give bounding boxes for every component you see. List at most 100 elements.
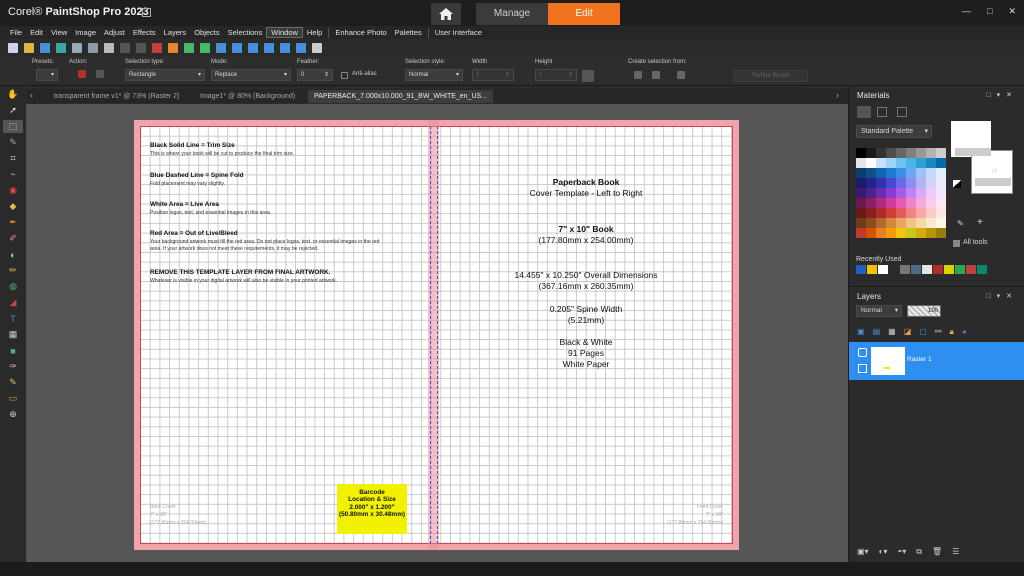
color-swatch[interactable] (926, 228, 936, 238)
pattern-tool-icon[interactable]: ▦ (3, 328, 23, 341)
fit-window-icon[interactable] (296, 43, 306, 53)
new-vector-layer-icon[interactable]: ▤ (873, 327, 881, 337)
color-swatch[interactable] (866, 158, 876, 168)
tab-transparent-frame[interactable]: transparent frame v1* @ 73% (Raster 2) (48, 90, 185, 103)
resize-icon[interactable] (232, 43, 242, 53)
print-icon[interactable] (104, 43, 114, 53)
redo-icon[interactable] (136, 43, 146, 53)
crop-tool-icon[interactable]: ⌗ (3, 152, 23, 165)
tabs-scroll-right-icon[interactable]: › (836, 90, 839, 100)
color-swatch[interactable] (906, 168, 916, 178)
red-eye-tool-icon[interactable]: ◉ (3, 184, 23, 197)
color-swatch[interactable] (866, 198, 876, 208)
color-swatch[interactable] (896, 208, 906, 218)
menu-enhance-photo[interactable]: Enhance Photo (331, 28, 390, 37)
color-swatch[interactable] (876, 228, 886, 238)
recent-color-swatch[interactable] (856, 265, 866, 274)
layer-menu-icon[interactable]: ☰ (952, 547, 959, 557)
new-layer-icon[interactable]: ◐▾ (879, 547, 888, 557)
eraser-tool-icon[interactable]: ▭ (3, 392, 23, 405)
color-swatch[interactable] (856, 208, 866, 218)
color-swatch[interactable] (866, 208, 876, 218)
maximize-button[interactable]: □ (987, 6, 992, 17)
new-group-icon[interactable]: ▢ (919, 327, 927, 337)
color-swatch[interactable] (926, 148, 936, 158)
color-swatch[interactable] (906, 188, 916, 198)
feather-input[interactable]: 0 ⇕ (297, 69, 333, 81)
color-swatch[interactable] (916, 148, 926, 158)
recent-color-swatch[interactable] (889, 265, 899, 274)
history-icon[interactable] (152, 43, 162, 53)
color-swatch[interactable] (936, 208, 946, 218)
menu-layers[interactable]: Layers (160, 28, 191, 37)
new-icon[interactable] (8, 43, 18, 53)
pan-tool-icon[interactable]: ✋ (3, 88, 23, 101)
color-changer-tool-icon[interactable]: ◢ (3, 296, 23, 309)
scan-icon[interactable] (56, 43, 66, 53)
save-as-icon[interactable] (72, 43, 82, 53)
duplicate-layer-icon[interactable]: ⧉ (916, 547, 922, 557)
new-mask-icon[interactable]: ▦ (888, 327, 896, 337)
color-swatch[interactable] (896, 168, 906, 178)
color-swatch[interactable] (916, 158, 926, 168)
tab-manage[interactable]: Manage (476, 3, 548, 25)
color-swatch[interactable] (856, 168, 866, 178)
recent-color-swatch[interactable] (867, 265, 877, 274)
lighten-tool-icon[interactable]: ◐ (3, 248, 23, 261)
layer-effects-icon[interactable]: ◕ (962, 327, 967, 337)
zoom-out-icon[interactable] (264, 43, 274, 53)
color-swatch[interactable] (876, 178, 886, 188)
dropper-icon[interactable]: ✎ (957, 219, 964, 228)
opacity-slider[interactable]: 100 (907, 305, 941, 317)
color-swatch[interactable] (906, 198, 916, 208)
color-swatch[interactable] (896, 148, 906, 158)
color-swatch[interactable] (886, 188, 896, 198)
menu-effects[interactable]: Effects (129, 28, 160, 37)
rotate-right-icon[interactable] (200, 43, 210, 53)
zoom-100-icon[interactable] (280, 43, 290, 53)
mask-icon[interactable]: ◓▾ (897, 547, 906, 557)
zoom-in-icon[interactable] (248, 43, 258, 53)
height-input[interactable]: 1 ⇕ (535, 69, 577, 81)
color-swatch[interactable] (876, 208, 886, 218)
color-swatch[interactable] (906, 148, 916, 158)
color-swatch[interactable] (886, 198, 896, 208)
color-swatch[interactable] (886, 218, 896, 228)
color-swatch[interactable] (876, 158, 886, 168)
color-swatch[interactable] (856, 148, 866, 158)
color-swatch[interactable] (916, 188, 926, 198)
recent-color-swatch[interactable] (922, 265, 932, 274)
selection-style-dropdown[interactable]: Normal ▾ (405, 69, 463, 81)
color-swatch[interactable] (906, 228, 916, 238)
color-swatch[interactable] (916, 208, 926, 218)
document-canvas[interactable]: Black Solid Line = Trim Size This is whe… (134, 120, 739, 550)
fill-tool-icon[interactable]: ◍ (3, 280, 23, 293)
color-swatch[interactable] (926, 168, 936, 178)
art-brush-tool-icon[interactable]: ✎ (3, 376, 23, 389)
rainbow-tab-icon[interactable] (877, 107, 887, 117)
color-swatch[interactable] (896, 228, 906, 238)
color-swatch[interactable] (926, 198, 936, 208)
color-swatch[interactable] (866, 168, 876, 178)
add-swatch-icon[interactable]: + (977, 217, 983, 228)
color-swatch[interactable] (926, 208, 936, 218)
color-swatch[interactable] (936, 168, 946, 178)
dodge-tool-icon[interactable]: ✏ (3, 264, 23, 277)
color-swatch[interactable] (936, 188, 946, 198)
reset-icon[interactable] (78, 70, 86, 78)
color-swatch[interactable] (876, 218, 886, 228)
menu-adjust[interactable]: Adjust (100, 28, 129, 37)
straighten-tool-icon[interactable]: ⌁ (3, 168, 23, 181)
selection-from-opaque-icon[interactable] (677, 71, 685, 79)
clone-tool-icon[interactable]: ✒ (3, 216, 23, 229)
recent-color-swatch[interactable] (977, 265, 987, 274)
tab-image1[interactable]: Image1* @ 80% (Background) (194, 90, 301, 103)
materials-panel-controls[interactable]: □▾✕ (986, 91, 1018, 99)
recent-color-swatch[interactable] (966, 265, 976, 274)
recent-color-swatch[interactable] (944, 265, 954, 274)
color-swatch[interactable] (936, 228, 946, 238)
new-raster-layer-icon[interactable]: ▣ (857, 327, 865, 337)
browse-icon[interactable] (88, 43, 98, 53)
color-swatch[interactable] (856, 158, 866, 168)
layer-properties-icon[interactable]: ▣▾ (857, 547, 869, 557)
